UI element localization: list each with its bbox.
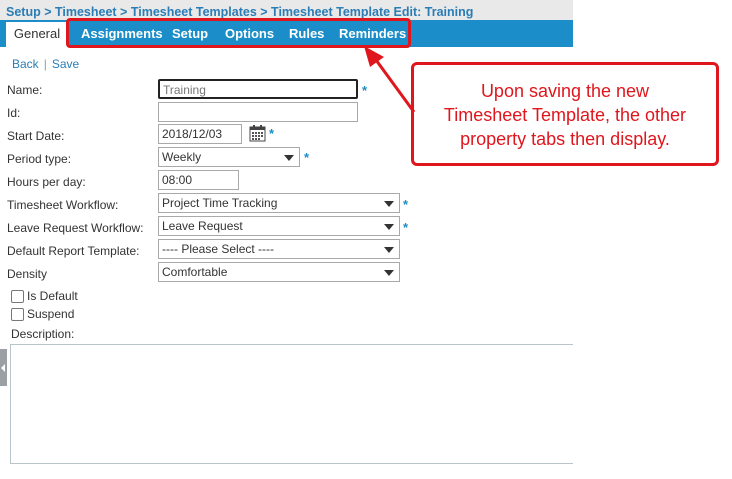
annotation-arrow <box>364 46 416 113</box>
